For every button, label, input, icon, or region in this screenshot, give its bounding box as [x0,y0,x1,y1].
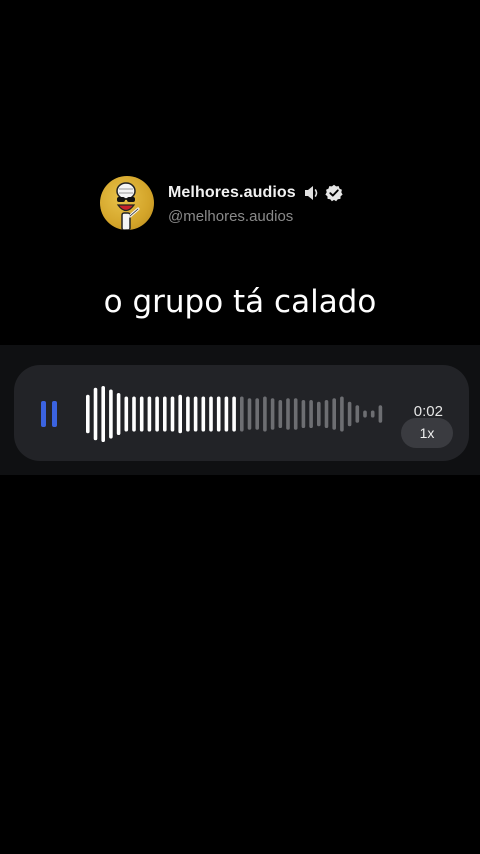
waveform-bar [347,401,352,427]
waveform-bar [101,386,105,442]
waveform-bar [147,396,152,432]
waveform-bar [93,387,98,441]
caption-text: o grupo tá calado [103,284,377,320]
waveform-bar [370,410,375,418]
handle[interactable]: @melhores.audios [168,208,343,225]
waveform-bar [363,410,367,418]
display-name[interactable]: Melhores.audios [168,184,296,202]
page: Melhores.audios @melhores.audios o grupo… [0,0,480,854]
waveform-bar [255,398,259,430]
speaker-icon [303,185,321,201]
waveform-bar [132,396,136,432]
waveform-bar [109,389,113,439]
waveform-bar [116,393,121,435]
pause-button[interactable] [38,401,60,427]
verified-badge-icon [325,184,343,202]
waveform-bar [209,396,213,432]
waveform-bar [186,396,190,432]
waveform-bar [155,396,159,432]
audio-player: 0:02 1x [14,365,469,461]
waveform-bar [216,396,221,432]
waveform-bar [270,398,275,430]
audio-message-strip: 0:02 1x [0,345,480,475]
waveform-bar [286,398,290,430]
waveform-bar [247,398,252,430]
waveform-bar [263,396,267,432]
waveform-bar [232,396,236,432]
waveform-bar [201,396,206,432]
waveform-bar [340,396,344,432]
waveform-bar [278,400,283,428]
waveform-scrubber[interactable] [84,375,394,453]
waveform-bar [378,405,383,423]
waveform-bar [224,396,229,432]
waveform-bar [178,394,182,434]
waveform-bar [139,396,144,432]
waveform-bar [309,400,313,428]
waveform-bar [124,396,129,432]
waveform-bar [317,401,321,427]
waveform-bar [355,405,360,423]
waveform-bar [170,396,175,432]
avatar[interactable] [100,176,154,230]
waveform-bar [332,398,336,430]
waveform-bar [163,396,167,432]
microphone-mascot-icon [116,182,140,230]
waveform-bar [301,400,306,428]
profile-text: Melhores.audios @melhores.audios [168,181,343,225]
playback-speed-button[interactable]: 1x [401,418,453,448]
pause-icon-bar-left [41,401,46,427]
waveform-bar [293,398,298,430]
waveform-bar [324,400,329,428]
waveform-bar [193,396,198,432]
profile-header[interactable]: Melhores.audios @melhores.audios [100,176,343,230]
waveform-bar [240,396,244,432]
waveform-bar [86,394,90,434]
name-row: Melhores.audios [168,181,343,205]
pause-icon-bar-right [52,401,57,427]
